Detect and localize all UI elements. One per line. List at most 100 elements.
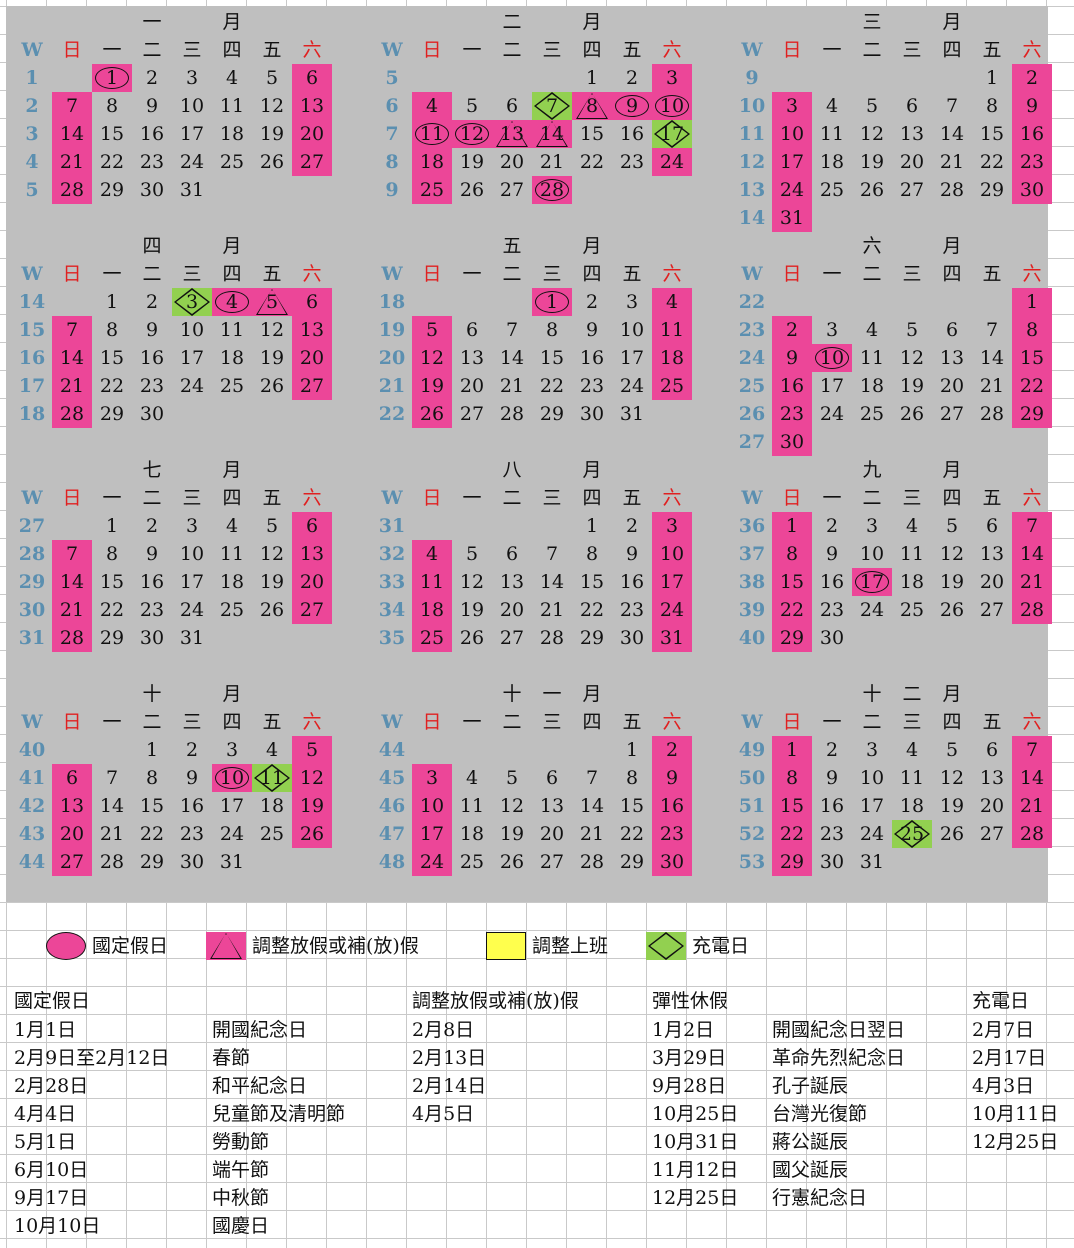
weekday-header: 二 [142, 39, 162, 61]
day-cell: 25 [859, 403, 885, 425]
day-cell: 14 [939, 123, 965, 145]
weekday-header: 日 [782, 263, 802, 285]
week-number: 45 [378, 767, 406, 789]
legend: 國定假日 調整放假或補(放)假 調整上班 充電日 [0, 930, 1074, 962]
day-cell: 16 [652, 792, 692, 820]
charge-day-column: 充電日 2月7日 2月17日 4月3日 10月11日 12月25日 [972, 986, 1058, 1156]
day-cell: 5 [252, 288, 292, 316]
weekday-header: 六 [1022, 263, 1042, 285]
day-cell: 4 [652, 288, 692, 316]
day-cell: 8 [772, 540, 812, 568]
month-block: 三月 W 日一二三四五六 9 10 11 12 13 14 1 2 3 4 5 6 7 8 9 10 11 12 13 14… [732, 8, 1052, 232]
day-cell: 10 [812, 344, 852, 372]
charge-day-date: 2月7日 [972, 1019, 1035, 1041]
national-holiday-names-column: 開國紀念日 春節 和平紀念日 兒童節及清明節 勞動節 端午節 中秋節 國慶日 [212, 986, 345, 1240]
day-cell: 29 [619, 851, 645, 873]
weekday-header: 五 [622, 711, 642, 733]
week-number: 2 [25, 95, 39, 117]
day-cell: 6 [292, 288, 332, 316]
week-number: 18 [18, 403, 46, 425]
day-cell: 10 [179, 319, 205, 341]
weekday-header: 四 [582, 487, 602, 509]
weekday-header: 日 [422, 487, 442, 509]
day-cell: 14 [539, 571, 565, 593]
weekday-header: 三 [182, 263, 202, 285]
day-cell: 3 [225, 739, 239, 761]
day-cell: 30 [139, 179, 165, 201]
week-number: 29 [18, 571, 46, 593]
week-number: 4 [25, 151, 39, 173]
day-cell: 16 [139, 123, 165, 145]
week-number: 3 [25, 123, 39, 145]
day-cell: 24 [179, 151, 205, 173]
day-cell: 17 [819, 375, 845, 397]
flexible-leave-date: 3月29日 [652, 1047, 727, 1069]
week-number: 42 [18, 795, 46, 817]
weekday-header: 一 [822, 39, 842, 61]
day-cell: 26 [899, 403, 925, 425]
day-cell: 7 [545, 543, 559, 565]
weekday-header: 三 [542, 263, 562, 285]
week-number: 7 [385, 123, 399, 145]
day-cell: 15 [99, 123, 125, 145]
day-cell: 6 [292, 64, 332, 92]
day-cell: 25 [412, 176, 452, 204]
month-title-char: 月 [942, 11, 962, 33]
day-cell: 28 [979, 403, 1005, 425]
day-cell: 22 [99, 151, 125, 173]
day-cell: 26 [412, 400, 452, 428]
weekday-header: 一 [102, 39, 122, 61]
month-block: 九月 W 日一二三四五六 36 37 38 39 40 1 2 3 4 5 6 7 8 9 10 11 12 13 14 1… [732, 456, 1052, 676]
day-cell: 18 [899, 795, 925, 817]
day-cell: 18 [219, 347, 245, 369]
day-cell: 12 [259, 543, 285, 565]
day-cell: 16 [819, 571, 845, 593]
day-cell: 7 [52, 92, 92, 120]
day-cell: 5 [945, 515, 959, 537]
week-header: W [21, 711, 43, 733]
day-cell: 2 [625, 67, 639, 89]
day-cell: 16 [619, 571, 645, 593]
day-cell: 11 [219, 95, 245, 117]
day-cell: 5 [265, 515, 279, 537]
week-number: 21 [378, 375, 406, 397]
weekday-header: 六 [662, 39, 682, 61]
day-cell: 17 [859, 795, 885, 817]
charge-day-date: 2月17日 [972, 1047, 1047, 1069]
national-holiday-date: 2月9日至2月12日 [14, 1047, 170, 1069]
day-cell: 20 [939, 375, 965, 397]
week-number: 38 [738, 571, 766, 593]
weekday-header: 日 [62, 263, 82, 285]
day-cell: 1 [772, 736, 812, 764]
week-number: 5 [25, 179, 39, 201]
day-cell: 28 [939, 179, 965, 201]
day-cell: 18 [652, 344, 692, 372]
day-cell: 28 [52, 624, 92, 652]
day-cell: 27 [52, 848, 92, 876]
month-block: 六月 W 日一二三四五六 22 23 24 25 26 27 1 2 3 4 5 6 7 8 9 10 11 12 13 1… [732, 232, 1052, 456]
day-cell: 11 [899, 543, 925, 565]
day-cell: 25 [219, 599, 245, 621]
week-number: 32 [378, 543, 406, 565]
day-cell: 4 [412, 92, 452, 120]
day-cell: 18 [219, 571, 245, 593]
month-block: 二月 W 日一二三四五六 5 6 7 8 9 1 2 3 4 5 6 7 8 9 10 11 12 13 14 15 16 17… [372, 8, 692, 228]
oval-icon [46, 932, 86, 960]
month-block: 四月 W 日一二三四五六 14 15 16 17 18 1 2 3 4 5 6 7 8 9 10 11 12 13 14 1… [12, 232, 332, 452]
day-cell: 23 [179, 823, 205, 845]
day-cell: 18 [819, 151, 845, 173]
day-cell: 25 [259, 823, 285, 845]
day-cell: 8 [572, 92, 612, 120]
weekday-header: 六 [302, 39, 322, 61]
day-cell: 15 [139, 795, 165, 817]
day-cell: 4 [265, 739, 279, 761]
day-cell: 7 [505, 319, 519, 341]
day-cell: 13 [459, 347, 485, 369]
day-cell: 8 [585, 543, 599, 565]
day-cell: 8 [625, 767, 639, 789]
month-title-char: 月 [222, 683, 242, 705]
day-cell: 15 [539, 347, 565, 369]
day-cell: 27 [499, 627, 525, 649]
week-number: 31 [18, 627, 46, 649]
national-holiday-name: 春節 [212, 1047, 251, 1069]
